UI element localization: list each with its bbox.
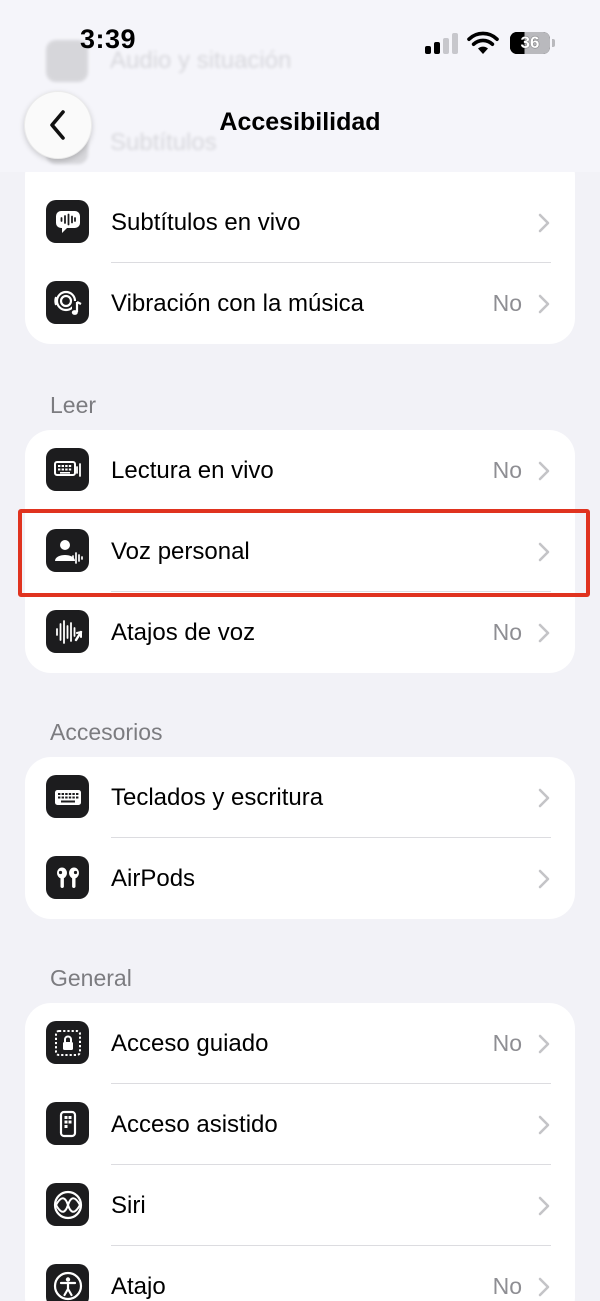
row-live-captions[interactable]: Subtítulos en vivo bbox=[25, 182, 575, 263]
chevron-right-icon bbox=[538, 1034, 550, 1054]
live-captions-icon bbox=[46, 200, 89, 243]
row-label: Subtítulos en vivo bbox=[111, 208, 301, 236]
guided-access-icon bbox=[46, 1021, 89, 1064]
row-airpods[interactable]: AirPods bbox=[25, 838, 575, 919]
page-title: Accesibilidad bbox=[219, 108, 381, 136]
group-general: Acceso guiado No Acceso asistido Siri At… bbox=[25, 1003, 575, 1301]
chevron-right-icon bbox=[538, 1196, 550, 1216]
row-value: No bbox=[492, 619, 522, 645]
row-music-haptics[interactable]: Vibración con la música No bbox=[25, 263, 575, 344]
music-haptics-icon bbox=[46, 281, 89, 324]
row-keyboards[interactable]: Teclados y escritura bbox=[25, 757, 575, 838]
battery-icon: 36 bbox=[510, 32, 550, 54]
row-vocal-shortcuts[interactable]: Atajos de voz No bbox=[25, 592, 575, 673]
row-guided-access[interactable]: Acceso guiado No bbox=[25, 1003, 575, 1084]
row-value: No bbox=[492, 457, 522, 483]
row-value: No bbox=[492, 290, 522, 316]
row-label: Vibración con la música bbox=[111, 289, 365, 317]
row-accessibility-shortcut[interactable]: Atajo No bbox=[25, 1246, 575, 1301]
siri-icon bbox=[46, 1183, 89, 1226]
status-time: 3:39 bbox=[80, 24, 137, 54]
group-accesorios: Teclados y escritura AirPods bbox=[25, 757, 575, 919]
battery-level: 36 bbox=[520, 33, 540, 52]
row-assistive-access[interactable]: Acceso asistido bbox=[25, 1084, 575, 1165]
chevron-right-icon bbox=[538, 869, 550, 889]
row-label: AirPods bbox=[111, 864, 196, 892]
group-hearing: Subtítulos en vivo Vibración con la músi… bbox=[25, 150, 575, 344]
highlight-box bbox=[18, 509, 590, 597]
live-speech-icon bbox=[46, 448, 89, 491]
row-value: No bbox=[492, 1030, 522, 1056]
vocal-shortcuts-icon bbox=[46, 610, 89, 653]
row-value: No bbox=[492, 1273, 522, 1299]
row-label: Lectura en vivo bbox=[111, 456, 274, 484]
chevron-right-icon bbox=[538, 1115, 550, 1135]
row-label: Acceso asistido bbox=[111, 1110, 278, 1138]
row-label: Teclados y escritura bbox=[111, 783, 324, 811]
navigation-bar: Audio y situación Subtítulos 3:39 36 Acc… bbox=[0, 0, 600, 172]
chevron-right-icon bbox=[538, 788, 550, 808]
accessibility-shortcut-icon bbox=[46, 1264, 89, 1301]
airpods-icon bbox=[46, 856, 89, 899]
row-label: Atajo bbox=[111, 1272, 166, 1300]
row-siri[interactable]: Siri bbox=[25, 1165, 575, 1246]
chevron-right-icon bbox=[538, 461, 550, 481]
chevron-right-icon bbox=[538, 213, 550, 233]
chevron-right-icon bbox=[538, 294, 550, 314]
row-live-speech[interactable]: Lectura en vivo No bbox=[25, 430, 575, 511]
assistive-access-icon bbox=[46, 1102, 89, 1145]
row-label: Atajos de voz bbox=[111, 618, 256, 646]
section-header-leer: Leer bbox=[50, 392, 97, 418]
chevron-right-icon bbox=[538, 623, 550, 643]
section-header-general: General bbox=[50, 965, 132, 991]
row-label: Siri bbox=[111, 1191, 146, 1219]
wifi-icon bbox=[467, 31, 499, 54]
cellular-signal-icon bbox=[425, 32, 459, 54]
chevron-right-icon bbox=[538, 1277, 550, 1297]
keyboard-icon bbox=[46, 775, 89, 818]
row-label: Acceso guiado bbox=[111, 1029, 269, 1057]
section-header-accesorios: Accesorios bbox=[50, 719, 163, 745]
